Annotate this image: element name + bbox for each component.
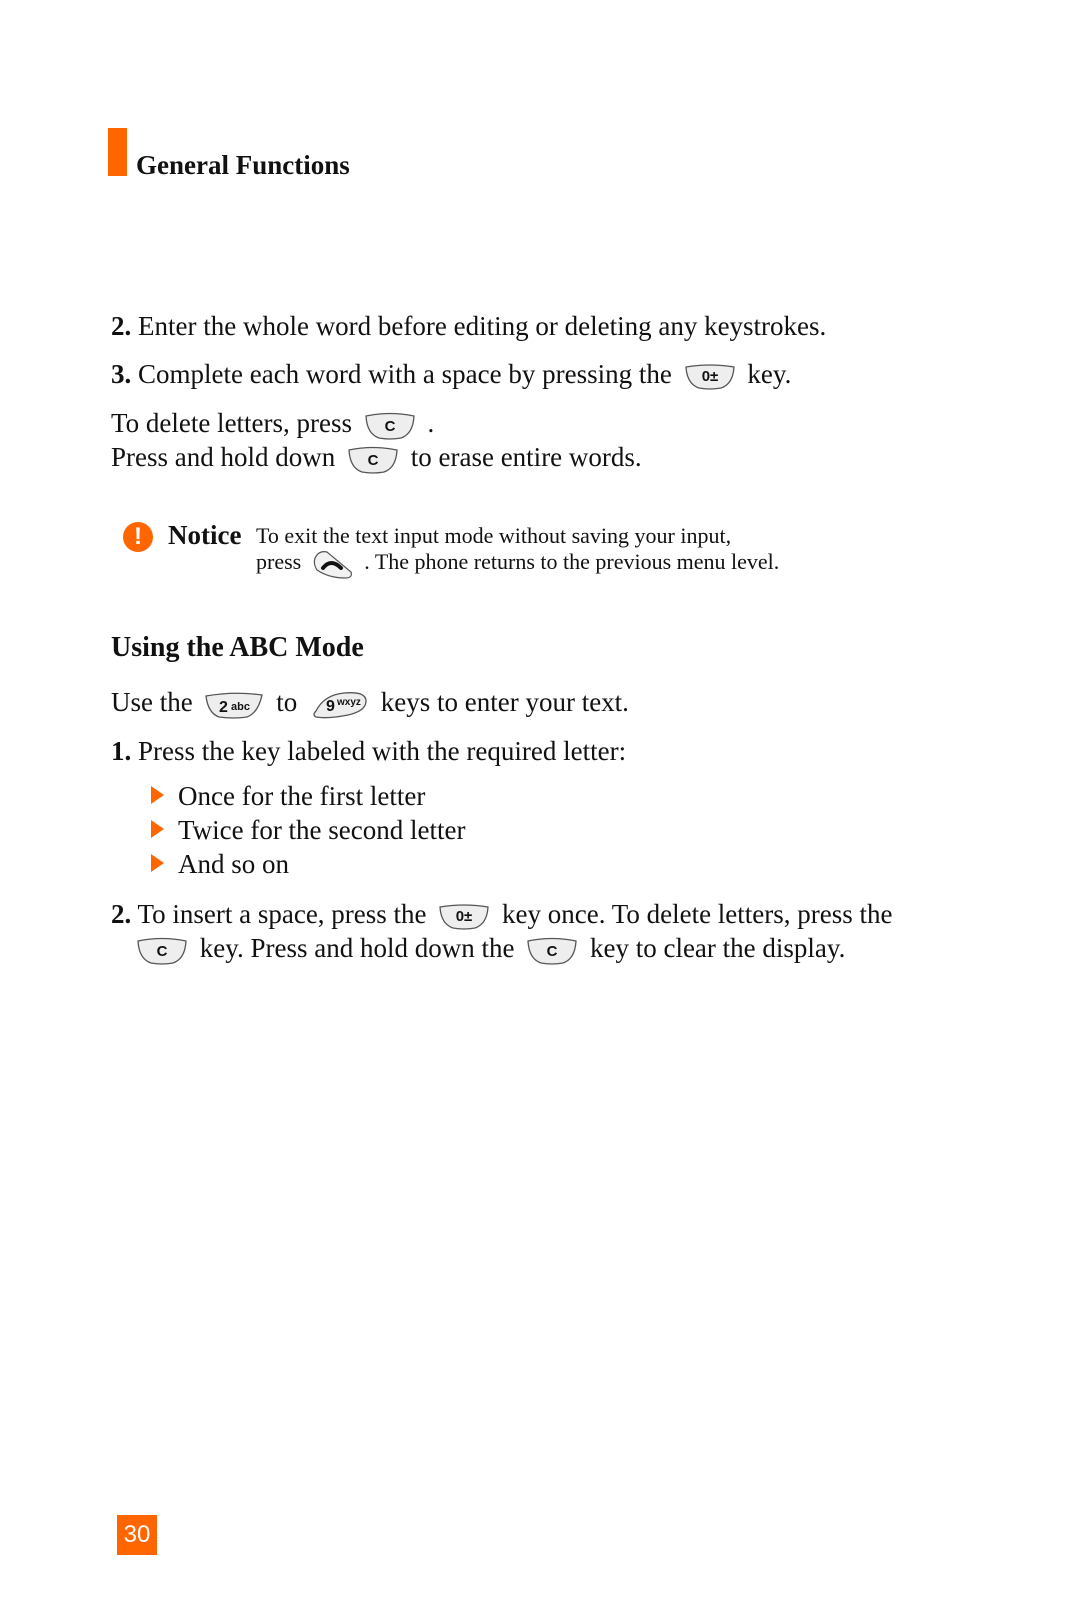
svg-text:wxyz: wxyz — [336, 697, 361, 708]
step-text-end: key. — [747, 359, 792, 389]
intro-text-end: keys to enter your text. — [380, 687, 629, 717]
bullet-arrow-icon — [151, 820, 164, 838]
step-text: Press the key labeled with the required … — [138, 736, 627, 766]
step-text-end: key to clear the display. — [589, 933, 846, 963]
step-3-instruction: 3. Complete each word with a space by pr… — [111, 358, 791, 390]
erase-text-end: to erase entire words. — [410, 442, 642, 472]
abc-step-1: 1. Press the key labeled with the requir… — [111, 735, 626, 767]
step-text: Enter the whole word before editing or d… — [138, 311, 827, 341]
intro-text-mid: to — [276, 687, 298, 717]
intro-text: Use the — [111, 687, 193, 717]
key-9wxyz-icon: 9 wxyz — [308, 691, 370, 719]
zero-key-icon: 0± — [437, 904, 491, 930]
svg-text:9: 9 — [326, 698, 335, 715]
step-text: Complete each word with a space by press… — [138, 359, 672, 389]
step-number: 2. — [111, 899, 132, 929]
svg-text:C: C — [547, 943, 558, 960]
bullet-item: Twice for the second letter — [178, 815, 466, 845]
end-call-key-icon — [311, 548, 355, 580]
step-number: 2. — [111, 311, 132, 341]
abc-intro: Use the 2 abc to 9 wxyz keys to enter your… — [111, 686, 629, 719]
exclamation-icon: ! — [123, 522, 153, 552]
step-2-instruction: 2. Enter the whole word before editing o… — [111, 310, 826, 342]
clear-key-icon: C — [346, 446, 400, 474]
svg-text:C: C — [384, 418, 395, 435]
bullet-arrow-icon — [151, 854, 164, 872]
page-number-badge: 30 — [117, 1515, 157, 1555]
delete-letters-line: To delete letters, press C . — [111, 407, 434, 440]
svg-text:0±: 0± — [701, 368, 718, 385]
bullet-item: And so on — [178, 849, 290, 879]
step-text: key. Press and hold down the — [199, 933, 515, 963]
erase-words-line: Press and hold down C to erase entire wo… — [111, 441, 642, 474]
notice-line-2: press . The phone returns to the previou… — [256, 548, 779, 580]
bullet-arrow-icon — [151, 786, 164, 804]
section-marker — [108, 128, 127, 176]
key-2abc-icon: 2 abc — [203, 691, 265, 719]
abc-step-2-line-1: 2. To insert a space, press the 0± key o… — [111, 898, 893, 930]
section-heading: Using the ABC Mode — [111, 632, 364, 663]
section-title: General Functions — [136, 150, 350, 180]
clear-key-icon: C — [363, 412, 417, 440]
clear-key-icon: C — [525, 937, 579, 965]
zero-key-icon: 0± — [683, 364, 737, 390]
step-text-end: key once. To delete letters, press the — [502, 899, 893, 929]
step-number: 3. — [111, 359, 132, 389]
svg-text:0±: 0± — [456, 908, 473, 925]
erase-text: Press and hold down — [111, 442, 336, 472]
svg-text:2: 2 — [219, 699, 228, 716]
clear-key-icon: C — [135, 937, 189, 965]
notice-line-1: To exit the text input mode without savi… — [256, 523, 732, 548]
step-number: 1. — [111, 736, 132, 766]
svg-text:C: C — [368, 452, 379, 469]
notice-text-end: . The phone returns to the previous menu… — [364, 549, 780, 575]
svg-text:abc: abc — [231, 701, 250, 713]
notice-label: Notice — [168, 520, 242, 550]
delete-text: To delete letters, press — [111, 408, 353, 438]
svg-text:C: C — [157, 943, 168, 960]
abc-step-2-line-2: C key. Press and hold down the C key to … — [131, 932, 845, 965]
step-text: To insert a space, press the — [137, 899, 427, 929]
delete-text-end: . — [427, 408, 435, 438]
bullet-item: Once for the first letter — [178, 781, 426, 811]
notice-text: press — [256, 549, 302, 575]
